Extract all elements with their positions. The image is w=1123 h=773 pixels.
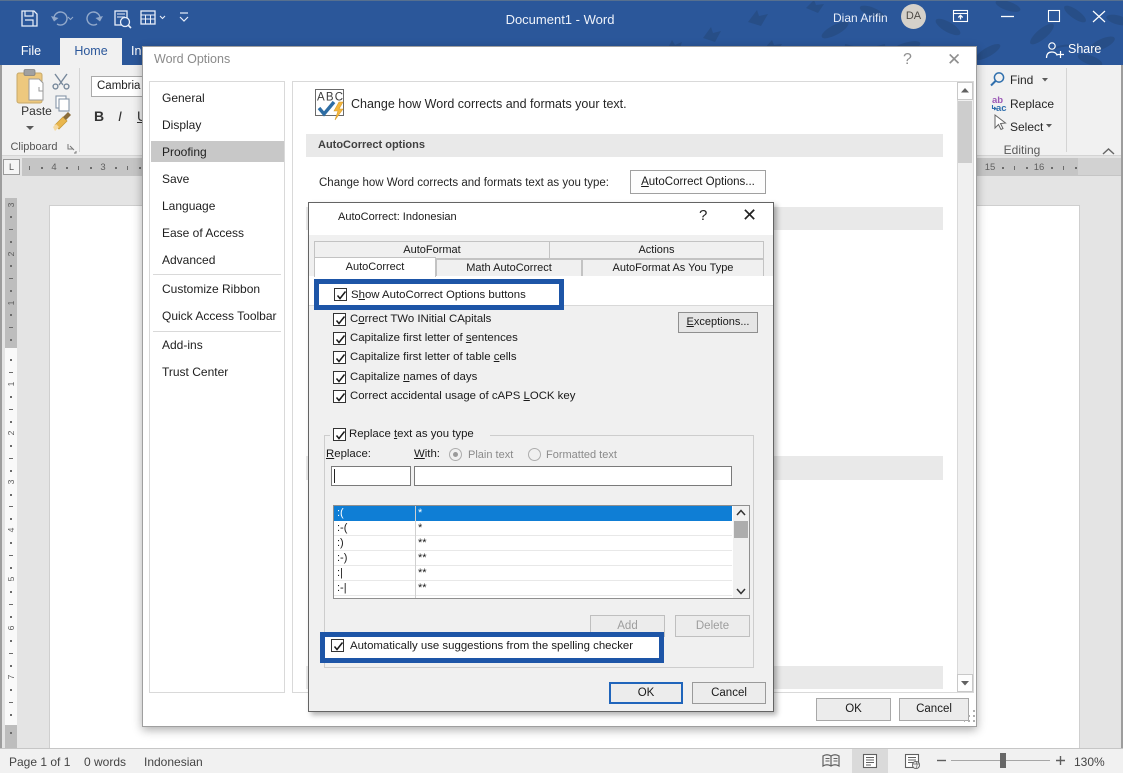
svg-text:4: 4 (6, 527, 16, 532)
svg-text:2: 2 (6, 430, 16, 435)
svg-text:15: 15 (985, 162, 996, 173)
svg-text:3: 3 (100, 162, 105, 173)
svg-text:6: 6 (6, 625, 16, 630)
svg-text:1: 1 (6, 381, 16, 386)
svg-text:1: 1 (6, 300, 16, 305)
svg-text:ABC: ABC (317, 92, 343, 104)
svg-text:3: 3 (6, 479, 16, 484)
svg-text:4: 4 (51, 162, 56, 173)
svg-text:7: 7 (6, 674, 16, 679)
svg-text:16: 16 (1034, 162, 1045, 173)
svg-text:5: 5 (6, 576, 16, 581)
svg-text:2: 2 (6, 251, 16, 256)
svg-text:ac: ac (996, 103, 1007, 114)
svg-text:3: 3 (6, 202, 16, 207)
